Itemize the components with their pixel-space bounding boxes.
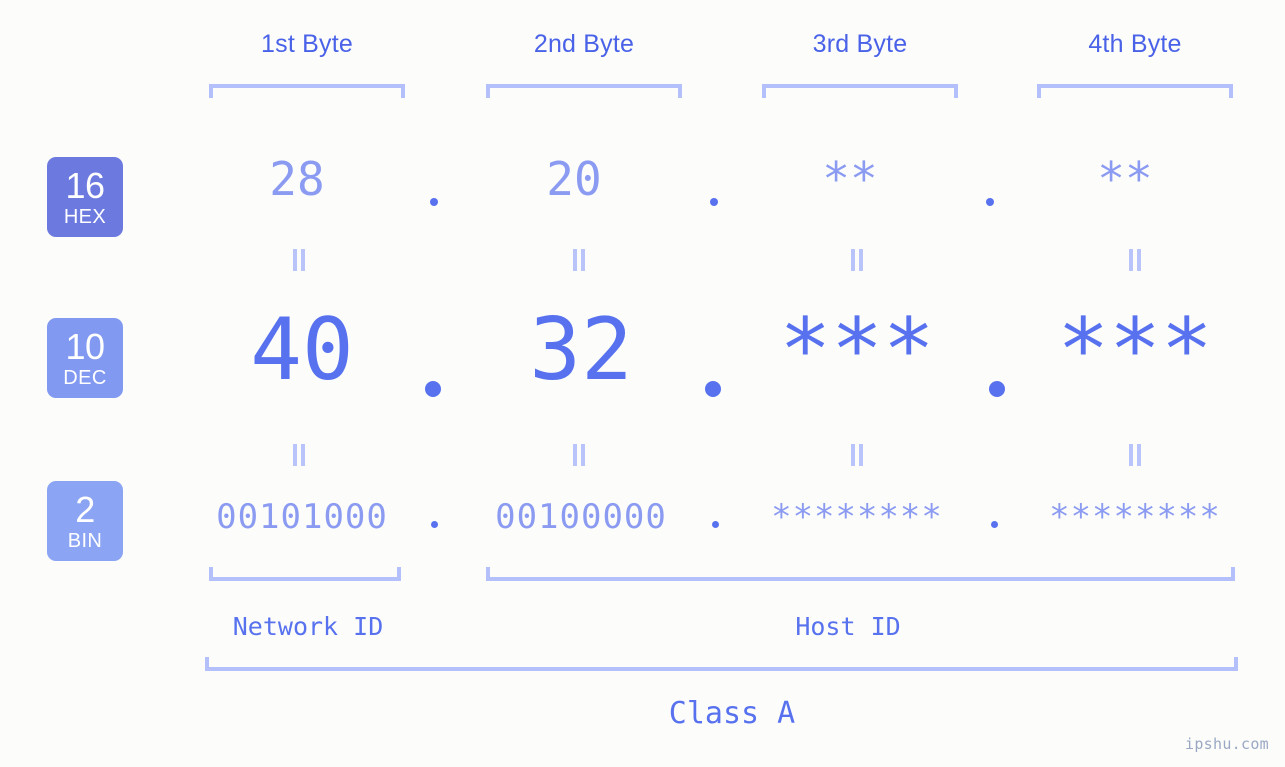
base-badge-dec-name: DEC xyxy=(63,366,107,389)
base-badge-bin-number: 2 xyxy=(75,488,95,530)
equals-mark-hex-dec-3 xyxy=(849,249,865,271)
bin-separator-dot-2 xyxy=(712,521,719,528)
byte-header-3: 3rd Byte xyxy=(812,30,908,58)
hex-separator-dot-3 xyxy=(986,198,994,206)
network-id-bracket xyxy=(209,567,401,581)
bin-separator-dot-3 xyxy=(991,521,998,528)
dec-separator-dot-3 xyxy=(989,381,1005,397)
base-badge-hex: 16 HEX xyxy=(47,157,123,237)
base-badge-dec: 10 DEC xyxy=(47,318,123,398)
base-badge-hex-name: HEX xyxy=(63,205,107,228)
byte-header-2: 2nd Byte xyxy=(533,30,635,58)
dec-byte-4-value: *** xyxy=(1057,300,1213,400)
dec-byte-3-value: *** xyxy=(779,300,935,400)
byte-bracket-1 xyxy=(209,84,405,98)
hex-separator-dot-1 xyxy=(430,198,438,206)
equals-mark-dec-bin-4 xyxy=(1127,444,1143,466)
hex-byte-1-value: 28 xyxy=(269,152,325,206)
byte-bracket-3 xyxy=(762,84,958,98)
dec-separator-dot-2 xyxy=(705,381,721,397)
host-id-label: Host ID xyxy=(795,612,901,641)
base-badge-bin: 2 BIN xyxy=(47,481,123,561)
equals-mark-hex-dec-4 xyxy=(1127,249,1143,271)
equals-mark-dec-bin-2 xyxy=(571,444,587,466)
hex-byte-4-value: ** xyxy=(1097,152,1153,206)
bin-separator-dot-1 xyxy=(431,521,438,528)
dec-separator-dot-1 xyxy=(425,381,441,397)
bin-byte-1-value: 00101000 xyxy=(216,497,388,537)
host-id-bracket xyxy=(486,567,1235,581)
equals-mark-hex-dec-1 xyxy=(291,249,307,271)
class-label: Class A xyxy=(668,696,796,731)
dec-byte-1-value: 40 xyxy=(250,300,354,400)
network-id-label: Network ID xyxy=(232,612,384,641)
class-bracket xyxy=(205,657,1238,671)
base-badge-hex-number: 16 xyxy=(65,164,105,206)
watermark: ipshu.com xyxy=(1185,735,1269,753)
bin-byte-2-value: 00100000 xyxy=(495,497,667,537)
byte-header-1: 1st Byte xyxy=(261,30,353,58)
equals-mark-dec-bin-1 xyxy=(291,444,307,466)
byte-bracket-4 xyxy=(1037,84,1233,98)
hex-byte-3-value: ** xyxy=(822,152,878,206)
ip-byte-breakdown-diagram: 1st Byte 2nd Byte 3rd Byte 4th Byte 16 H… xyxy=(0,0,1285,767)
bin-byte-4-value: ******** xyxy=(1049,497,1221,537)
hex-byte-2-value: 20 xyxy=(546,152,602,206)
base-badge-dec-number: 10 xyxy=(65,325,105,367)
equals-mark-hex-dec-2 xyxy=(571,249,587,271)
byte-bracket-2 xyxy=(486,84,682,98)
base-badge-bin-name: BIN xyxy=(67,529,103,552)
hex-separator-dot-2 xyxy=(710,198,718,206)
dec-byte-2-value: 32 xyxy=(529,300,633,400)
bin-byte-3-value: ******** xyxy=(771,497,943,537)
equals-mark-dec-bin-3 xyxy=(849,444,865,466)
byte-header-4: 4th Byte xyxy=(1088,30,1182,58)
